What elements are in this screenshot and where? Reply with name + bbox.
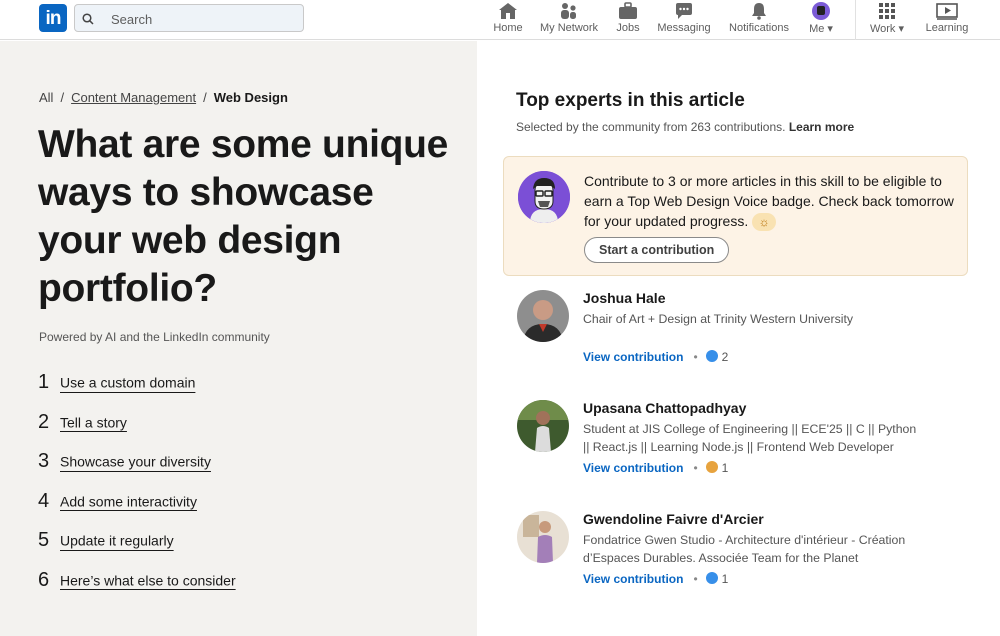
view-contribution-link[interactable]: View contribution <box>583 350 683 364</box>
nav-my-network[interactable]: My Network <box>540 0 598 40</box>
expert-meta: View contribution • 1 <box>583 461 729 475</box>
messaging-icon <box>676 3 692 19</box>
breadcrumb-current: Web Design <box>213 90 288 105</box>
sun-badge-icon: ☼ <box>752 213 777 232</box>
briefcase-icon <box>619 2 637 19</box>
nav-work[interactable]: Work ▾ <box>866 0 908 40</box>
page-title: What are some unique ways to showcase yo… <box>38 123 449 310</box>
breadcrumb: All / Content Management / Web Design <box>39 90 288 105</box>
grid-apps-icon <box>879 3 895 19</box>
powered-by-text: Powered by AI and the LinkedIn community <box>39 330 270 344</box>
bell-icon <box>752 3 766 20</box>
expert-name[interactable]: Gwendoline Faivre d'Arcier <box>583 511 764 527</box>
chevron-down-icon: ▾ <box>898 23 905 35</box>
global-nav: in Search Home My Network Jobs Messaging… <box>0 0 1000 40</box>
experts-title: Top experts in this article <box>516 90 745 111</box>
chevron-down-icon: ▾ <box>827 23 833 35</box>
network-icon <box>561 3 576 19</box>
expert-name[interactable]: Joshua Hale <box>583 290 665 306</box>
insightful-reaction-icon <box>705 461 718 473</box>
table-of-contents: 1 Use a custom domain 2 Tell a story 3 Show… <box>38 371 236 608</box>
view-contribution-link[interactable]: View contribution <box>583 572 683 586</box>
article-panel: All / Content Management / Web Design What a… <box>0 41 477 636</box>
toc-item[interactable]: 5 Update it regularly <box>38 529 236 569</box>
expert-meta: View contribution • 2 <box>583 350 729 364</box>
toc-item[interactable]: 6 Here’s what else to consider <box>38 569 236 609</box>
nav-messaging[interactable]: Messaging <box>657 0 711 40</box>
nav-home[interactable]: Home <box>492 0 524 40</box>
search-placeholder: Search <box>111 12 153 27</box>
learning-play-icon <box>936 3 958 20</box>
toc-item[interactable]: 4 Add some interactivity <box>38 490 236 530</box>
contribution-promo-card: Contribute to 3 or more articles in this… <box>503 156 968 276</box>
nav-learning[interactable]: Learning <box>925 0 969 40</box>
promo-text: Contribute to 3 or more articles in this… <box>584 173 954 232</box>
nav-divider <box>855 0 856 40</box>
nav-jobs[interactable]: Jobs <box>614 0 642 40</box>
expert-headline: Student at JIS College of Engineering ||… <box>583 422 917 454</box>
experts-panel: Top experts in this article Selected by … <box>477 41 1000 636</box>
toc-item[interactable]: 1 Use a custom domain <box>38 371 236 411</box>
avatar <box>518 171 570 223</box>
view-contribution-link[interactable]: View contribution <box>583 461 683 475</box>
like-reaction-icon <box>705 572 718 584</box>
toc-item[interactable]: 2 Tell a story <box>38 411 236 451</box>
expert-meta: View contribution • 1 <box>583 572 729 586</box>
nav-me[interactable]: Me ▾ <box>803 0 839 40</box>
avatar <box>812 2 830 20</box>
breadcrumb-all[interactable]: All <box>39 90 53 105</box>
breadcrumb-category[interactable]: Content Management <box>71 90 196 105</box>
linkedin-logo-icon[interactable]: in <box>39 4 67 32</box>
avatar[interactable] <box>517 511 569 563</box>
search-input[interactable]: Search <box>74 4 304 32</box>
avatar[interactable] <box>517 290 569 342</box>
toc-item[interactable]: 3 Showcase your diversity <box>38 450 236 490</box>
start-contribution-button[interactable]: Start a contribution <box>584 237 730 263</box>
nav-notifications[interactable]: Notifications <box>727 0 791 40</box>
learn-more-link[interactable]: Learn more <box>789 120 854 134</box>
avatar[interactable] <box>517 400 569 452</box>
like-reaction-icon <box>705 350 718 362</box>
experts-subtitle: Selected by the community from 263 contr… <box>516 120 855 134</box>
expert-name[interactable]: Upasana Chattopadhyay <box>583 400 746 416</box>
search-icon <box>82 13 94 25</box>
home-icon <box>499 3 517 19</box>
expert-headline: Fondatrice Gwen Studio - Architecture d'… <box>583 533 906 565</box>
expert-headline: Chair of Art + Design at Trinity Western… <box>583 312 854 326</box>
